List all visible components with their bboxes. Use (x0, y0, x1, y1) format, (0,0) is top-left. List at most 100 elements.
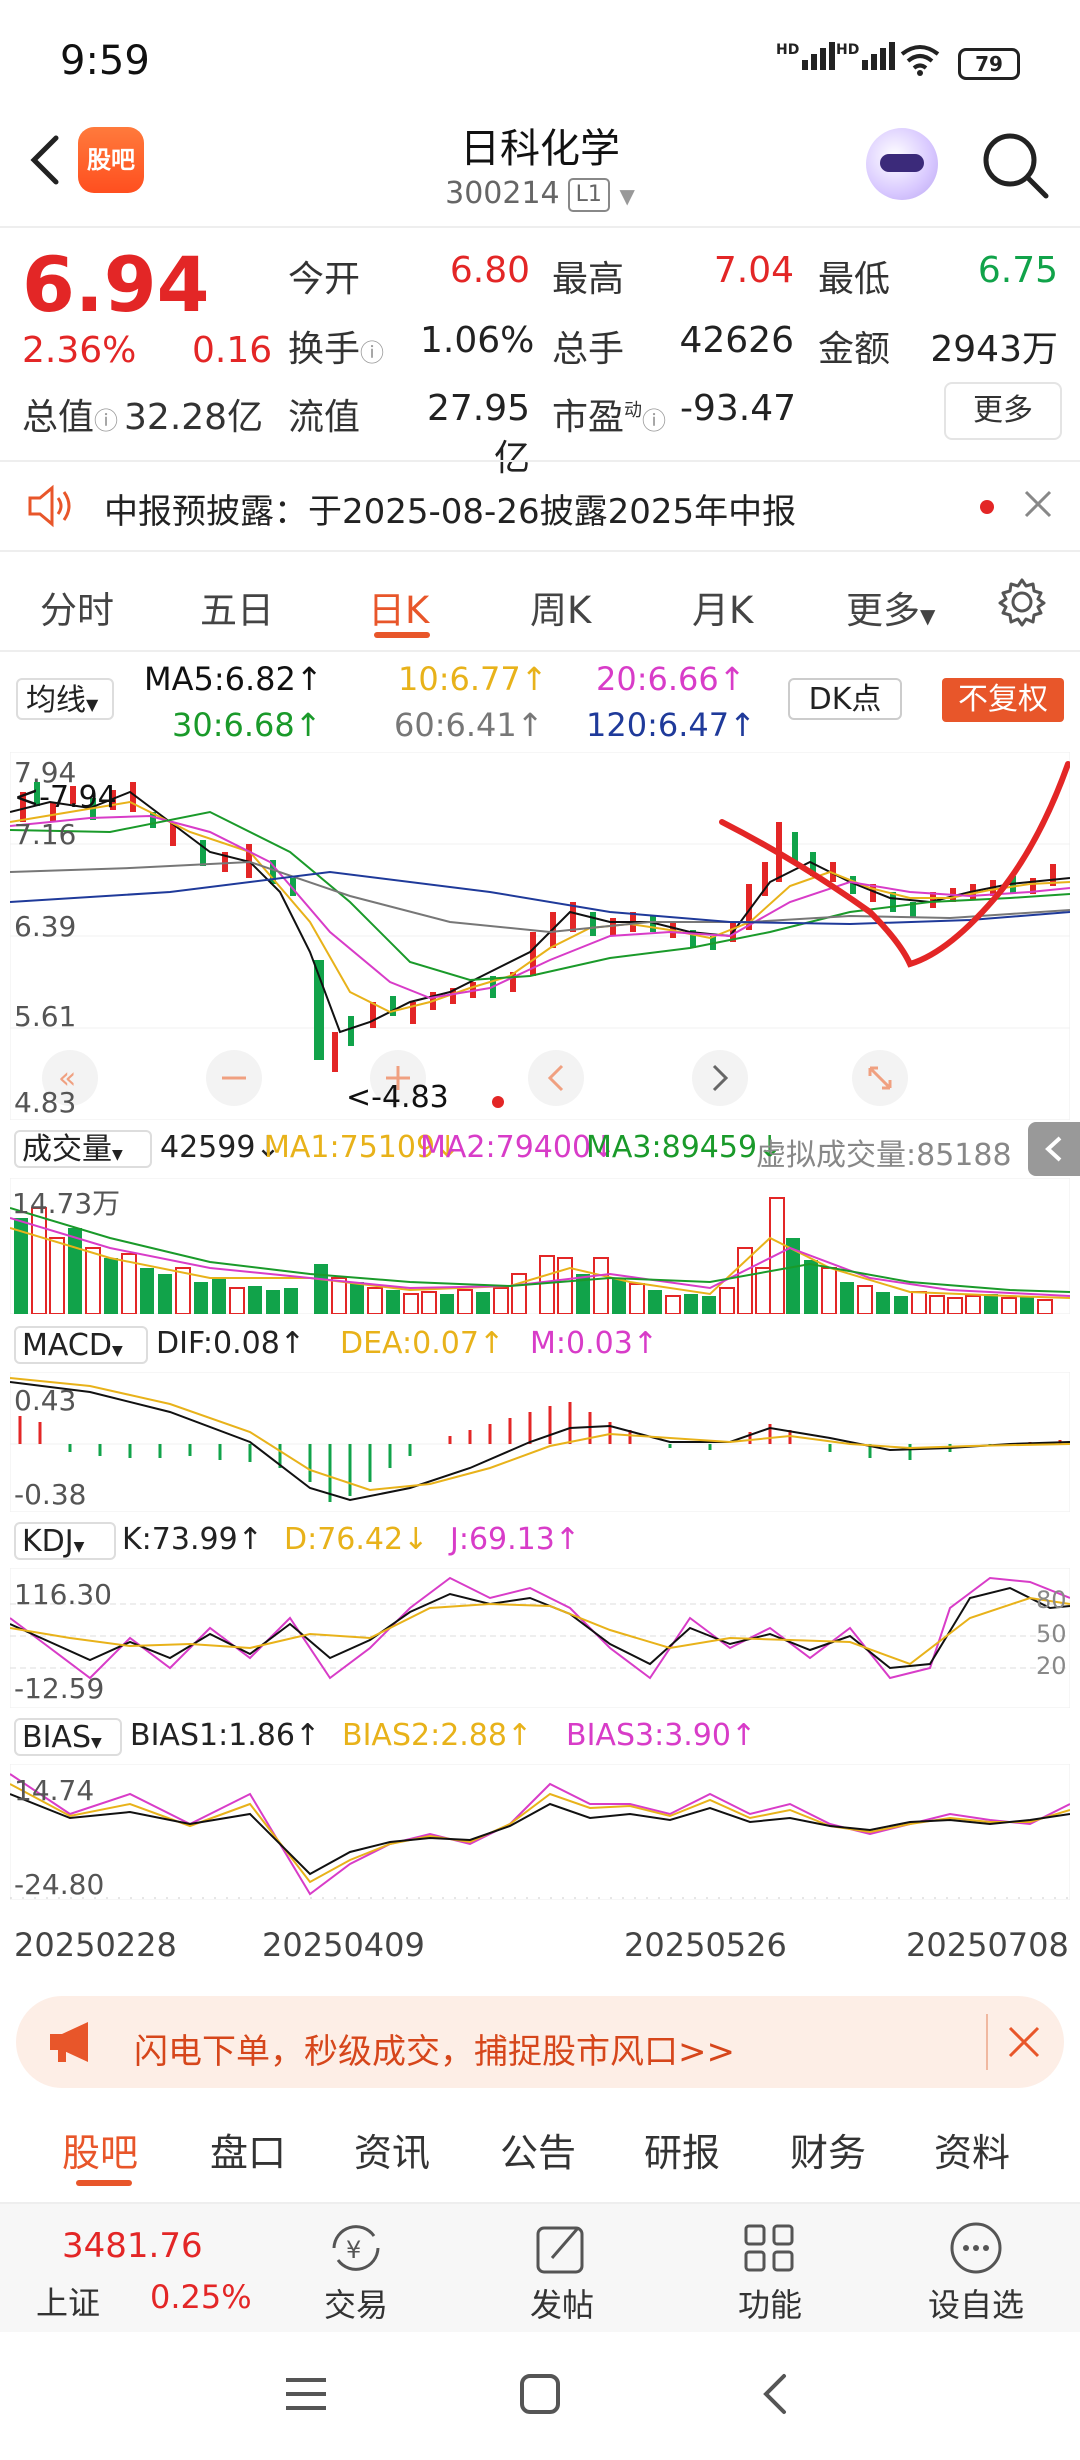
macd-dea: DEA:0.07↑ (340, 1326, 505, 1361)
low-marker: <-4.83 (346, 1080, 449, 1115)
bias-y-min: -24.80 (14, 1868, 105, 1901)
change-percent: 2.36% (22, 330, 137, 371)
date-label-3: 20250526 (624, 1926, 787, 1964)
kdj-chart (10, 1568, 1070, 1708)
macd-selector[interactable]: MACD▼ (14, 1326, 148, 1364)
kdj-k: K:73.99↑ (122, 1522, 263, 1557)
signal-icon-2: HD (836, 42, 896, 70)
info-icon[interactable]: ⓘ (642, 407, 666, 435)
volume-value: 42626 (679, 320, 794, 361)
promo-text: 闪电下单，秒级成交，捕捉股市风口>> (134, 2032, 735, 2072)
tab-news[interactable]: 资讯 (354, 2122, 430, 2177)
tab-finance[interactable]: 财务 (790, 2122, 866, 2177)
kdj-y-max: 116.30 (14, 1578, 112, 1611)
index-value[interactable]: 3481.76 (62, 2226, 203, 2266)
volume-chart (10, 1178, 1070, 1314)
event-dot (492, 1096, 504, 1108)
bias-selector[interactable]: BIAS▼ (14, 1718, 122, 1756)
high-value: 7.04 (713, 250, 794, 291)
tab-announcements[interactable]: 公告 (500, 2122, 576, 2177)
macd-chart (10, 1372, 1070, 1512)
trade-button[interactable]: ¥ 交易 (316, 2220, 396, 2326)
no-adjust-button[interactable]: 不复权 (942, 678, 1064, 722)
volume-label: 总手 (552, 329, 625, 370)
function-button[interactable]: 功能 (730, 2220, 810, 2326)
notice-text: 中报预披露：于2025-08-26披露2025年中报 (104, 492, 797, 532)
dk-button[interactable]: DK点 (788, 678, 902, 720)
macd-dif: DIF:0.08↑ (156, 1326, 305, 1361)
tab-research[interactable]: 研报 (644, 2122, 720, 2177)
open-label: 今开 (288, 259, 361, 300)
tab-fenshi[interactable]: 分时 (40, 580, 114, 634)
bottom-tab-indicator (76, 2180, 132, 2186)
signal-icon: HD (776, 42, 836, 70)
bias-chart (10, 1764, 1070, 1900)
kdj-d: D:76.42↓ (284, 1522, 429, 1557)
virtual-volume: 虚拟成交量:85188 (756, 1138, 1012, 1173)
ma120-value: 120:6.47↑ (586, 706, 756, 744)
close-icon[interactable] (1022, 488, 1054, 520)
system-nav-bar (0, 2332, 1080, 2460)
menu-icon[interactable] (284, 2374, 328, 2414)
volume-selector[interactable]: 成交量▼ (14, 1130, 152, 1168)
ma60-value: 60:6.41↑ (394, 706, 544, 744)
turnover-value: 1.06% (420, 320, 535, 361)
search-icon[interactable] (980, 130, 1050, 200)
kdj-ref-80: 80 (1036, 1586, 1067, 1614)
ma30-value: 30:6.68↑ (172, 706, 322, 744)
info-icon[interactable]: ⓘ (360, 339, 384, 367)
kdj-ref-20: 20 (1036, 1652, 1067, 1680)
gear-icon[interactable] (996, 576, 1048, 628)
tab-active-indicator (374, 632, 430, 638)
kline-chart[interactable]: « (10, 752, 1070, 1120)
date-label-4: 20250708 (906, 1926, 1069, 1964)
low-value: 6.75 (977, 250, 1058, 291)
add-watchlist-button[interactable]: 设自选 (924, 2220, 1028, 2326)
header-divider (0, 226, 1080, 228)
bias1-value: BIAS1:1.86↑ (130, 1718, 321, 1753)
more-dots-icon (950, 2222, 1002, 2274)
post-button[interactable]: 发帖 (522, 2220, 602, 2326)
macd-y-min: -0.38 (14, 1478, 87, 1511)
bias-y-max: 14.74 (14, 1774, 95, 1807)
speaker-icon (28, 484, 71, 528)
ma5-value: MA5:6.82↑ (144, 660, 323, 698)
kline-y-2: 7.16 (14, 818, 77, 851)
tab-five-day[interactable]: 五日 (200, 580, 274, 634)
battery-icon: 79 (958, 48, 1020, 80)
robot-avatar[interactable] (866, 128, 938, 200)
back-icon[interactable] (756, 2372, 796, 2416)
more-button[interactable]: 更多 (944, 382, 1062, 440)
yuan-cycle-icon: ¥ (332, 2225, 380, 2271)
caret-down-icon: ▼ (920, 604, 936, 628)
kdj-j: J:69.13↑ (450, 1522, 580, 1557)
float-cap-label: 流值 (288, 397, 361, 438)
tab-daily-k[interactable]: 日K (368, 580, 429, 634)
chevron-down-icon: ▼ (619, 184, 635, 208)
tab-guba[interactable]: 股吧 (62, 2122, 138, 2177)
amount-value: 2943万 (930, 329, 1058, 370)
status-bar: 9:59 HD HD 79 (0, 0, 1080, 110)
high-label: 最高 (552, 259, 625, 300)
kdj-selector[interactable]: KDJ▼ (14, 1522, 116, 1560)
wifi-icon (900, 45, 940, 76)
index-percent[interactable]: 0.25% (150, 2278, 252, 2316)
kline-y-3: 6.39 (14, 910, 77, 943)
ma-selector[interactable]: 均线▼ (16, 678, 114, 720)
collapse-panel-button[interactable] (1028, 1122, 1080, 1176)
home-icon[interactable] (518, 2372, 562, 2416)
tab-more[interactable]: 更多▼ (846, 580, 935, 634)
turnover-label: 换手ⓘ (288, 329, 385, 370)
tab-pankou[interactable]: 盘口 (210, 2122, 286, 2177)
market-cap: 总值ⓘ 32.28亿 (22, 397, 264, 438)
kline-y-min: 4.83 (14, 1086, 77, 1119)
index-name[interactable]: 上证 (36, 2278, 100, 2324)
current-price: 6.94 (22, 240, 210, 329)
tab-monthly-k[interactable]: 月K (692, 580, 753, 634)
tab-weekly-k[interactable]: 周K (530, 580, 591, 634)
tab-profile[interactable]: 资料 (934, 2122, 1010, 2177)
change-amount: 0.16 (192, 330, 273, 371)
close-icon[interactable] (1006, 2024, 1042, 2060)
open-value: 6.80 (449, 250, 530, 291)
info-icon[interactable]: ⓘ (94, 407, 118, 435)
